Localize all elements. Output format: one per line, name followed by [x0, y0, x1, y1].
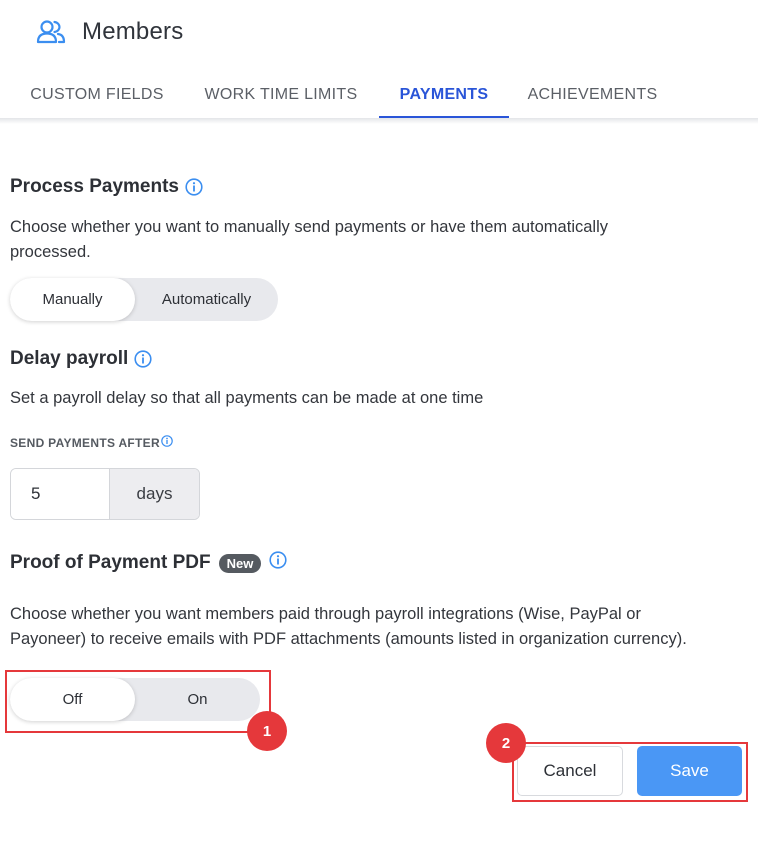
manually-option[interactable]: Manually: [10, 278, 135, 321]
info-icon[interactable]: [161, 435, 173, 447]
proof-pdf-heading: Proof of Payment PDF New: [10, 551, 287, 574]
highlight-box-2: [512, 742, 748, 802]
process-payments-toggle: Manually Automatically: [10, 278, 278, 321]
tab-payments[interactable]: PAYMENTS: [379, 72, 509, 118]
tab-bar: CUSTOM FIELDS WORK TIME LIMITS PAYMENTS …: [0, 72, 758, 118]
tab-custom-fields[interactable]: CUSTOM FIELDS: [11, 72, 183, 118]
header-divider: [0, 118, 758, 124]
delay-payroll-title: Delay payroll: [10, 348, 129, 369]
automatically-option[interactable]: Automatically: [135, 278, 278, 321]
info-icon[interactable]: [134, 350, 152, 368]
step-marker-1: 1: [247, 711, 287, 751]
new-badge: New: [218, 553, 262, 573]
process-payments-title: Process Payments: [10, 176, 179, 197]
days-unit-label: days: [109, 469, 199, 519]
page-title: Members: [82, 18, 184, 45]
page-header: Members CUSTOM FIELDS WORK TIME LIMITS P…: [0, 0, 758, 118]
delay-payroll-heading: Delay payroll: [10, 348, 152, 370]
payment-delay-input-group: days: [10, 468, 200, 520]
tab-work-time-limits[interactable]: WORK TIME LIMITS: [183, 72, 379, 118]
payment-delay-input[interactable]: [11, 469, 109, 519]
title-row: Members: [36, 18, 183, 46]
proof-pdf-title: Proof of Payment PDF: [10, 552, 211, 573]
send-payments-after-text: SEND PAYMENTS AFTER: [10, 436, 160, 450]
description-line: Payoneer) to receive emails with PDF att…: [10, 630, 687, 648]
send-payments-after-label: SEND PAYMENTS AFTER: [10, 435, 173, 450]
step-marker-2: 2: [486, 723, 526, 763]
description-line: Choose whether you want members paid thr…: [10, 605, 641, 623]
highlight-box-1: [5, 670, 271, 733]
description-line: Choose whether you want to manually send…: [10, 218, 608, 236]
info-icon[interactable]: [269, 551, 287, 569]
info-icon[interactable]: [185, 178, 203, 196]
description-line: processed.: [10, 243, 91, 261]
process-payments-description: Choose whether you want to manually send…: [10, 215, 710, 265]
process-payments-heading: Process Payments: [10, 176, 203, 198]
delay-payroll-description: Set a payroll delay so that all payments…: [10, 389, 484, 407]
members-icon: [36, 20, 66, 44]
tab-achievements[interactable]: ACHIEVEMENTS: [509, 72, 676, 118]
proof-pdf-description: Choose whether you want members paid thr…: [10, 602, 755, 652]
